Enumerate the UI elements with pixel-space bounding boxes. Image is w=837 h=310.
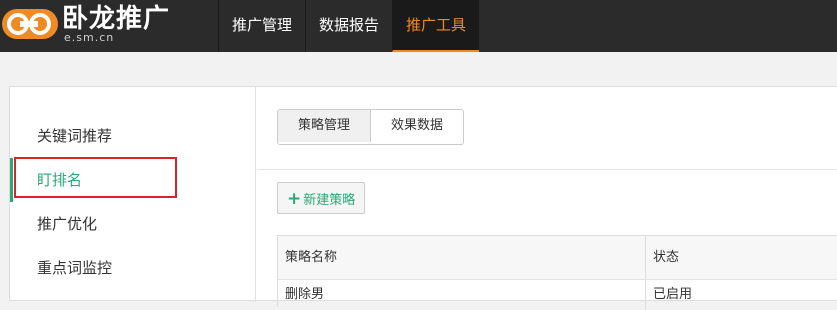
strategy-table: 策略名称 状态 删除男 已启用: [277, 235, 837, 310]
sidebar-item-keyword-recommend[interactable]: 关键词推荐: [10, 114, 255, 158]
logo-title: 卧龙推广: [62, 4, 171, 34]
top-navigation-bar: 卧龙推广 e.sm.cn 推广管理 数据报告 推广工具: [0, 0, 837, 52]
table-cell-status: 已启用: [653, 287, 693, 302]
divider: [257, 169, 837, 170]
nav-item-promotion-management[interactable]: 推广管理: [218, 0, 305, 52]
tab-effect-data[interactable]: 效果数据: [371, 110, 464, 142]
nav-item-promotion-tools[interactable]: 推广工具: [392, 0, 480, 52]
main-panel: 关键词推荐 盯排名 推广优化 重点词监控 策略管理 效果数据 + 新建策略 策略名…: [9, 86, 837, 310]
sidebar-item-promotion-optimize[interactable]: 推广优化: [10, 202, 255, 246]
column-header-status[interactable]: 状态: [646, 236, 837, 279]
new-strategy-label: 新建策略: [303, 193, 356, 208]
new-strategy-button[interactable]: + 新建策略: [277, 182, 366, 214]
main-nav: 推广管理 数据报告 推广工具: [218, 0, 480, 52]
logo[interactable]: 卧龙推广 e.sm.cn: [0, 0, 218, 52]
sidebar-item-rank-tracking[interactable]: 盯排名: [10, 158, 255, 202]
logo-badge-icon: [2, 9, 58, 39]
column-header-strategy-name[interactable]: 策略名称: [278, 236, 646, 279]
table-cell-strategy-name[interactable]: 删除男: [278, 280, 646, 310]
tab-strategy-management[interactable]: 策略管理: [278, 110, 372, 142]
table-header: 策略名称 状态: [278, 236, 837, 280]
sidebar: 关键词推荐 盯排名 推广优化 重点词监控: [10, 87, 256, 302]
plus-icon: +: [287, 189, 302, 209]
content-area: 策略管理 效果数据 + 新建策略 策略名称 状态 删除男 已启用: [257, 87, 837, 310]
tab-group: 策略管理 效果数据: [277, 109, 465, 145]
nav-item-data-report[interactable]: 数据报告: [305, 0, 392, 52]
sidebar-item-keyword-monitor[interactable]: 重点词监控: [10, 246, 255, 290]
logo-subtitle: e.sm.cn: [64, 31, 115, 44]
